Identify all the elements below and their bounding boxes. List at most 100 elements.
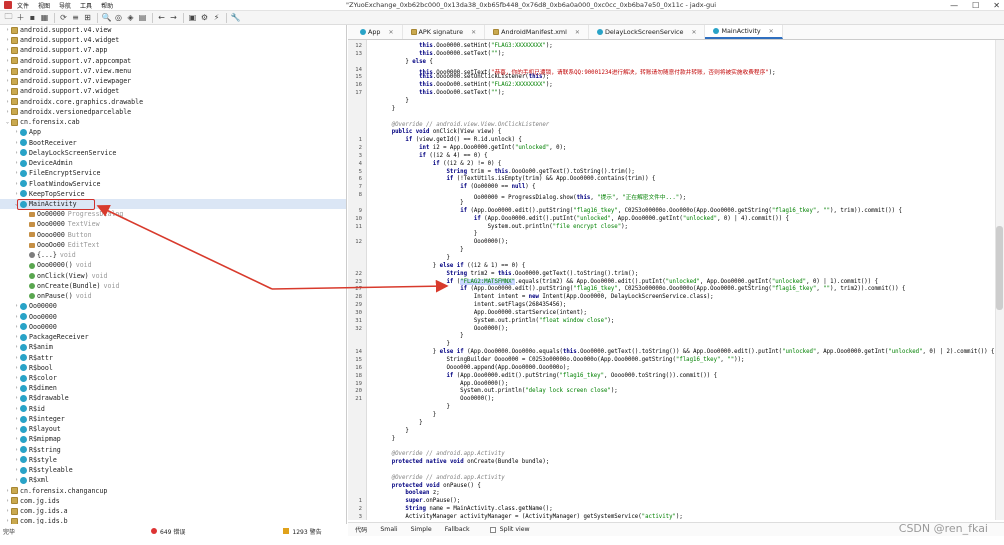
tree-class[interactable]: › R$layout [0, 424, 346, 434]
tree-class[interactable]: › R$bool [0, 363, 346, 373]
collapsed-chevron-icon[interactable]: › [13, 393, 20, 403]
code-line[interactable]: if (App.Ooo0000.edit().putString("flag16… [378, 208, 902, 214]
collapsed-chevron-icon[interactable]: › [4, 97, 11, 107]
tree-member[interactable]: OooOo00 EditText [0, 240, 346, 250]
tree-package[interactable]: › com.jg.ids.b [0, 516, 346, 524]
code-line[interactable]: App.Ooo0000(); [378, 381, 508, 387]
tree-class[interactable]: › R$style [0, 455, 346, 465]
code-line[interactable]: StringBuilder Oooo000 = C0253o00000o.Ooo… [378, 357, 744, 363]
tab-androidmanifest-xml[interactable]: AndroidManifest.xml ✕ [485, 25, 589, 39]
code-line[interactable]: if (App.Ooo0000.edit().putString("flag16… [378, 286, 905, 292]
tree-package[interactable]: › android.support.v7.appcompat [0, 56, 346, 66]
code-line[interactable]: if ("FLAG2:MATSFMNX".equals(trim2) && Ap… [378, 278, 878, 285]
close-tab-icon[interactable]: ✕ [575, 29, 580, 36]
code-line[interactable]: protected native void onCreate(Bundle bu… [378, 459, 550, 465]
tree-member[interactable]: Oo00000 ProgressDialog [0, 209, 346, 219]
tree-class[interactable]: › PackageReceiver [0, 332, 346, 342]
preferences-icon[interactable]: 🔧 [230, 12, 241, 23]
menu-navigate[interactable]: 导航 [59, 1, 71, 10]
code-line[interactable]: } [378, 247, 463, 253]
code-line[interactable]: this.Oooo000.setOnClickListener(this); [378, 74, 549, 80]
code-line[interactable]: @Override // android.app.Activity [378, 475, 505, 481]
collapsed-chevron-icon[interactable]: › [4, 496, 11, 506]
tree-class[interactable]: › DeviceAdmin [0, 158, 346, 168]
collapsed-chevron-icon[interactable]: › [4, 25, 11, 35]
collapsed-chevron-icon[interactable]: › [4, 76, 11, 86]
tree-member[interactable]: Oooo000 Button [0, 230, 346, 240]
code-line[interactable]: if (App.Ooo0000.edit().putInt("unlocked"… [378, 216, 789, 222]
menu-tools[interactable]: 工具 [80, 1, 92, 10]
open-file-icon[interactable]: 🗀 [3, 12, 14, 23]
close-tab-icon[interactable]: ✕ [769, 28, 774, 35]
collapsed-chevron-icon[interactable]: › [4, 107, 11, 117]
code-line[interactable]: Ooo0000(); [378, 396, 494, 402]
flatten-icon[interactable]: ≡ [70, 12, 81, 23]
class-search-icon[interactable]: ◎ [113, 12, 124, 23]
collapsed-chevron-icon[interactable]: › [13, 148, 20, 158]
forward-icon[interactable]: → [168, 12, 179, 23]
code-line[interactable]: } [378, 231, 477, 237]
code-line[interactable]: String name = MainActivity.class.getName… [378, 506, 552, 512]
quark-icon[interactable]: ▣ [187, 12, 198, 23]
tree-class[interactable]: › R$color [0, 373, 346, 383]
code-line[interactable]: App.Ooo0000.startService(intent); [378, 310, 587, 316]
code-line[interactable]: if ((i2 & 2) != 0) { [378, 161, 502, 167]
code-line[interactable]: this.Ooo0000.setText(""); [378, 51, 505, 57]
code-line[interactable]: } [378, 106, 395, 112]
collapsed-chevron-icon[interactable]: › [13, 158, 20, 168]
close-tab-icon[interactable]: ✕ [691, 29, 696, 36]
collapsed-chevron-icon[interactable]: › [4, 45, 11, 55]
collapsed-chevron-icon[interactable]: › [13, 475, 20, 485]
code-line[interactable]: String trim2 = this.Ooo0000.getText().to… [378, 271, 638, 277]
collapsed-chevron-icon[interactable]: › [13, 465, 20, 475]
deobfuscation-icon[interactable]: ⚙ [199, 12, 210, 23]
tree-class[interactable]: › R$integer [0, 414, 346, 424]
code-line[interactable]: System.out.println("float window close")… [378, 318, 614, 324]
close-icon[interactable]: ✕ [993, 1, 1000, 10]
code-line[interactable]: } else { [378, 59, 432, 65]
tab-smali[interactable]: Smali [380, 526, 397, 533]
collapsed-chevron-icon[interactable]: › [13, 342, 20, 352]
collapsed-chevron-icon[interactable]: › [13, 434, 20, 444]
split-view-checkbox[interactable] [489, 526, 496, 533]
tree-class[interactable]: › KeepTopService [0, 189, 346, 199]
code-line[interactable]: } [378, 420, 422, 426]
collapsed-chevron-icon[interactable]: › [13, 301, 20, 311]
collapsed-chevron-icon[interactable]: › [4, 86, 11, 96]
code-line[interactable]: if (view.getId() == R.id.unlock) { [378, 137, 521, 143]
tree-member[interactable]: onClick(View) void [0, 271, 346, 281]
tree-member[interactable]: onPause() void [0, 291, 346, 301]
tab-fallback[interactable]: Fallback [445, 526, 470, 533]
tree-class[interactable]: › DelayLockScreenService [0, 148, 346, 158]
menu-help[interactable]: 帮助 [101, 1, 113, 10]
code-line[interactable]: this.OooOo00.setText(""); [378, 90, 505, 96]
tree-class[interactable]: › R$dimen [0, 383, 346, 393]
tree-class[interactable]: › Ooo0000 [0, 312, 346, 322]
tree-class[interactable]: › R$attr [0, 353, 346, 363]
minimize-icon[interactable]: — [950, 1, 958, 10]
code-line[interactable]: if (!TextUtils.isEmpty(trim) && App.Ooo0… [378, 176, 655, 182]
close-tab-icon[interactable]: ✕ [389, 29, 394, 36]
code-line[interactable]: @Override // android.app.Activity [378, 451, 505, 457]
collapsed-chevron-icon[interactable]: › [4, 35, 11, 45]
collapsed-chevron-icon[interactable]: › [13, 424, 20, 434]
decompile-all-icon[interactable]: ⚡ [211, 12, 222, 23]
collapsed-chevron-icon[interactable]: › [13, 353, 20, 363]
scrollbar-thumb[interactable] [996, 226, 1003, 310]
tree-class[interactable]: › R$mipmap [0, 434, 346, 444]
collapsed-chevron-icon[interactable]: › [13, 332, 20, 342]
code-line[interactable]: } [378, 98, 408, 104]
code-line[interactable]: Ooo0000(); [378, 239, 508, 245]
collapsed-chevron-icon[interactable]: › [13, 455, 20, 465]
collapsed-chevron-icon[interactable]: › [13, 383, 20, 393]
code-line[interactable]: int i2 = App.Ooo0000.getInt("unlocked", … [378, 145, 566, 151]
tree-class[interactable]: › R$xml [0, 475, 346, 485]
collapsed-chevron-icon[interactable]: › [4, 66, 11, 76]
collapsed-chevron-icon[interactable]: › [13, 189, 20, 199]
tree-package[interactable]: › android.support.v4.view [0, 25, 346, 35]
code-line[interactable]: Oooo000.append(App.Ooo0000.Ooo000o); [378, 365, 569, 371]
tree-package[interactable]: › androidx.core.graphics.drawable [0, 97, 346, 107]
code-line[interactable]: } else if ((i2 & 1) == 0) { [378, 263, 526, 269]
code-line[interactable]: System.out.println("delay lock screen cl… [378, 388, 618, 394]
collapsed-chevron-icon[interactable]: › [13, 322, 20, 332]
